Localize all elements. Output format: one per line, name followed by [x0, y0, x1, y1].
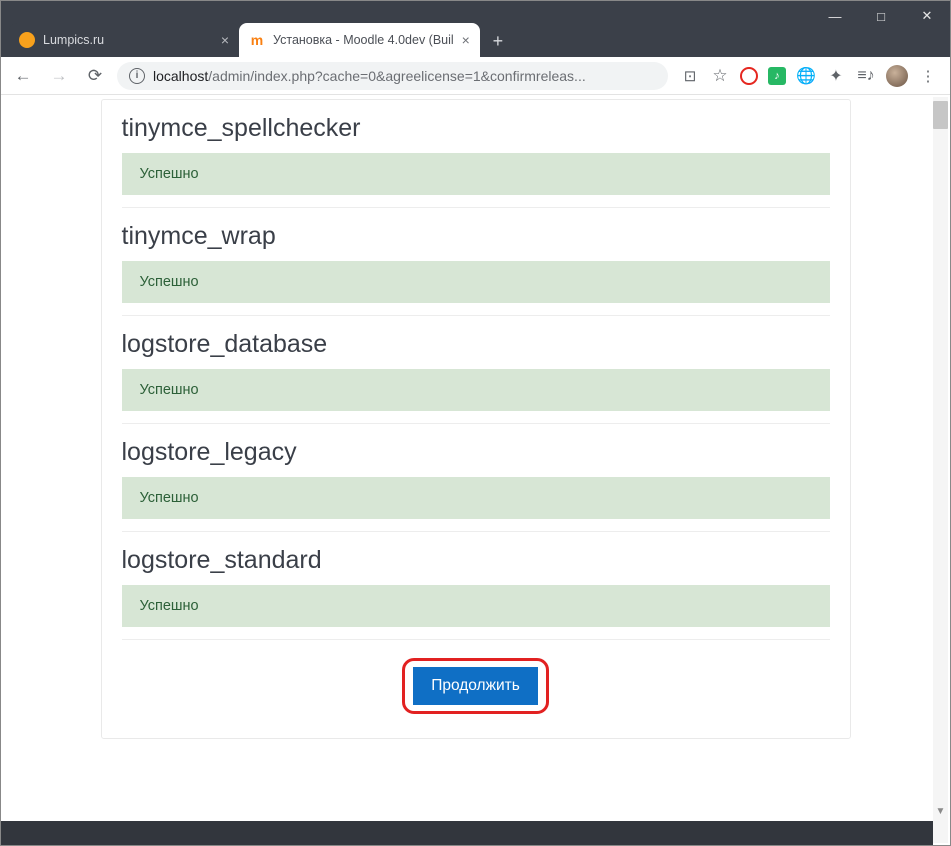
new-tab-button[interactable]: + — [484, 27, 512, 55]
url-field[interactable]: i localhost/admin/index.php?cache=0&agre… — [117, 62, 668, 90]
tab-title: Lumpics.ru — [43, 33, 213, 47]
favicon-moodle: m — [249, 32, 265, 48]
plugin-name: tinymce_spellchecker — [122, 106, 830, 153]
continue-button[interactable]: Продолжить — [413, 667, 538, 705]
toolbar-icons: ⊡ ☆ ♪ 🌐 ✦ ≡♪ ⋮ — [676, 65, 942, 87]
highlight-ring: Продолжить — [402, 658, 549, 714]
close-icon[interactable]: × — [462, 32, 470, 48]
continue-wrap: Продолжить — [122, 640, 830, 714]
browser-window: — □ ✕ Lumpics.ru × m Установка - Moodle … — [0, 0, 951, 846]
page-viewport: ▲ ▼ tinymce_spellchecker Успешно tinymce… — [1, 95, 950, 845]
status-success: Успешно — [122, 369, 830, 411]
menu-icon[interactable]: ⋮ — [918, 66, 938, 86]
forward-button[interactable]: → — [45, 62, 73, 90]
scroll-down-icon[interactable]: ▼ — [933, 804, 948, 819]
reload-button[interactable]: ⟳ — [81, 62, 109, 90]
url-host: localhost — [153, 68, 208, 84]
plugin-name: logstore_standard — [122, 538, 830, 585]
plugin-name: tinymce_wrap — [122, 214, 830, 261]
tab-title: Установка - Moodle 4.0dev (Buil — [273, 33, 454, 47]
plugin-block: tinymce_spellchecker Успешно — [122, 100, 830, 208]
status-success: Успешно — [122, 585, 830, 627]
scrollbar-thumb[interactable] — [933, 101, 948, 129]
extensions-icon[interactable]: ✦ — [826, 66, 846, 86]
url-text: localhost/admin/index.php?cache=0&agreel… — [153, 68, 656, 84]
window-maximize[interactable]: □ — [858, 1, 904, 31]
address-bar: ← → ⟳ i localhost/admin/index.php?cache=… — [1, 57, 950, 95]
plugin-block: logstore_database Успешно — [122, 316, 830, 424]
scrollbar-track[interactable] — [933, 97, 948, 843]
window-controls: — □ ✕ — [812, 1, 950, 31]
status-success: Успешно — [122, 153, 830, 195]
page-footer-bar — [1, 821, 933, 845]
plugin-block: logstore_legacy Успешно — [122, 424, 830, 532]
site-info-icon[interactable]: i — [129, 68, 145, 84]
status-success: Успешно — [122, 477, 830, 519]
star-icon[interactable]: ☆ — [710, 66, 730, 86]
music-ext-icon[interactable]: ♪ — [768, 67, 786, 85]
back-button[interactable]: ← — [9, 62, 37, 90]
status-success: Успешно — [122, 261, 830, 303]
plugin-block: logstore_standard Успешно — [122, 532, 830, 640]
profile-avatar[interactable] — [886, 65, 908, 87]
titlebar: — □ ✕ Lumpics.ru × m Установка - Moodle … — [1, 1, 950, 57]
globe-ext-icon[interactable]: 🌐 — [796, 66, 816, 86]
reading-list-icon[interactable]: ≡♪ — [856, 66, 876, 86]
window-close[interactable]: ✕ — [904, 1, 950, 31]
page-content: tinymce_spellchecker Успешно tinymce_wra… — [101, 95, 851, 739]
tab-moodle-install[interactable]: m Установка - Moodle 4.0dev (Buil × — [239, 23, 480, 57]
window-minimize[interactable]: — — [812, 1, 858, 31]
plugin-block: tinymce_wrap Успешно — [122, 208, 830, 316]
install-card: tinymce_spellchecker Успешно tinymce_wra… — [101, 99, 851, 739]
tab-lumpics[interactable]: Lumpics.ru × — [9, 23, 239, 57]
translate-icon[interactable]: ⊡ — [680, 66, 700, 86]
plugin-name: logstore_database — [122, 322, 830, 369]
yandex-ext-icon[interactable] — [740, 67, 758, 85]
url-path: /admin/index.php?cache=0&agreelicense=1&… — [208, 68, 585, 84]
tab-strip: Lumpics.ru × m Установка - Moodle 4.0dev… — [9, 23, 512, 57]
favicon-lumpics — [19, 32, 35, 48]
plugin-name: logstore_legacy — [122, 430, 830, 477]
close-icon[interactable]: × — [221, 32, 229, 48]
